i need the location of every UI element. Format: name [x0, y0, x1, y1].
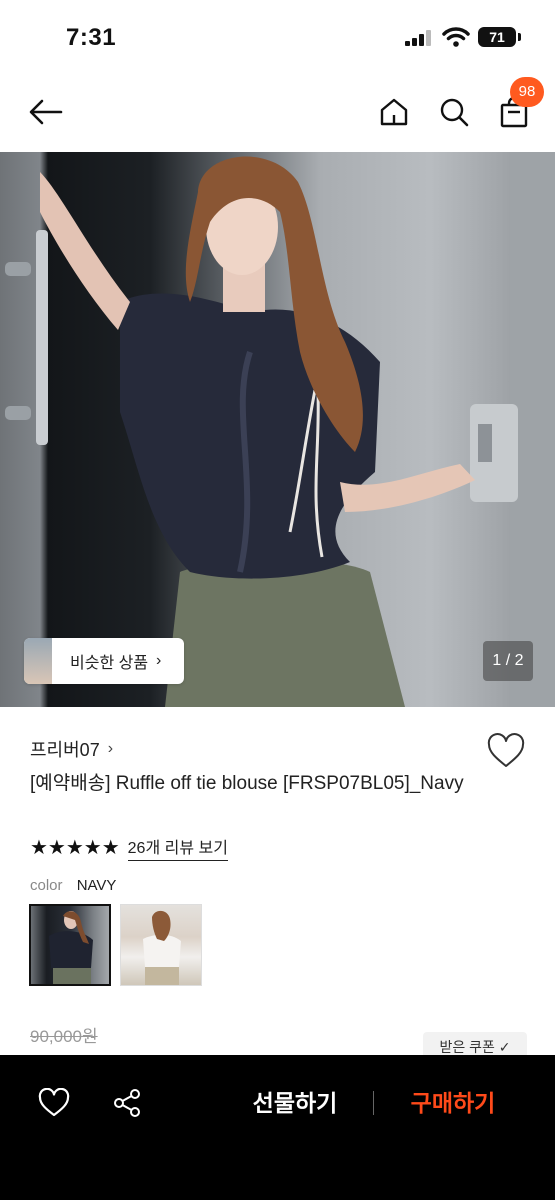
brand-name: 프리버07	[30, 740, 100, 760]
bottom-action-bar: 선물하기 구매하기	[0, 1055, 555, 1200]
buy-button[interactable]: 구매하기	[398, 1085, 508, 1121]
chevron-right-icon: ›	[107, 740, 114, 757]
original-price: 90,000원	[30, 1027, 98, 1046]
like-button[interactable]	[34, 1085, 74, 1121]
home-button[interactable]	[372, 90, 416, 134]
status-bar: 7:31 71	[0, 0, 555, 72]
color-swatch-ivory[interactable]	[120, 904, 202, 986]
image-page-indicator: 1 / 2	[483, 641, 533, 681]
button-divider	[373, 1091, 374, 1115]
gift-button[interactable]: 선물하기	[240, 1085, 350, 1121]
share-icon	[114, 1089, 140, 1117]
similar-products-button[interactable]: 비슷한 상품 ›	[24, 638, 184, 684]
top-nav	[0, 72, 555, 152]
back-arrow-icon	[29, 99, 63, 125]
swatch-ivory-photo	[143, 910, 181, 985]
cart-count-badge: 98	[510, 77, 544, 107]
product-title: [예약배송] Ruffle off tie blouse [FRSP07BL05…	[30, 773, 464, 794]
search-button[interactable]	[432, 90, 476, 134]
battery-tip	[518, 33, 521, 41]
similar-product-thumbnail	[24, 638, 52, 684]
heart-icon	[38, 1088, 70, 1117]
search-icon	[440, 98, 469, 127]
home-icon	[380, 98, 408, 126]
wishlist-heart-icon[interactable]	[486, 732, 526, 772]
swatch-navy-photo	[49, 911, 93, 984]
wifi-icon	[442, 27, 470, 47]
chevron-right-icon: ›	[156, 652, 162, 669]
color-row: color NAVY	[30, 877, 116, 894]
brand-link[interactable]: 프리버07 ›	[30, 736, 113, 762]
model-photo	[5, 152, 555, 707]
color-swatch-navy[interactable]	[29, 904, 111, 986]
color-value: NAVY	[76, 877, 117, 894]
rating-stars: ★★★★★	[30, 837, 120, 859]
similar-products-label: 비슷한 상품	[70, 655, 149, 672]
review-link[interactable]: 26개 리뷰 보기	[127, 834, 228, 861]
status-time: 7:31	[66, 24, 117, 51]
product-image[interactable]	[0, 152, 555, 707]
back-button[interactable]	[24, 90, 68, 134]
cell-signal-icon	[405, 30, 433, 46]
rating-row: ★★★★★ 26개 리뷰 보기	[30, 834, 228, 861]
share-button[interactable]	[107, 1085, 147, 1121]
battery-level: 71	[478, 27, 516, 47]
color-label: color	[30, 877, 63, 894]
